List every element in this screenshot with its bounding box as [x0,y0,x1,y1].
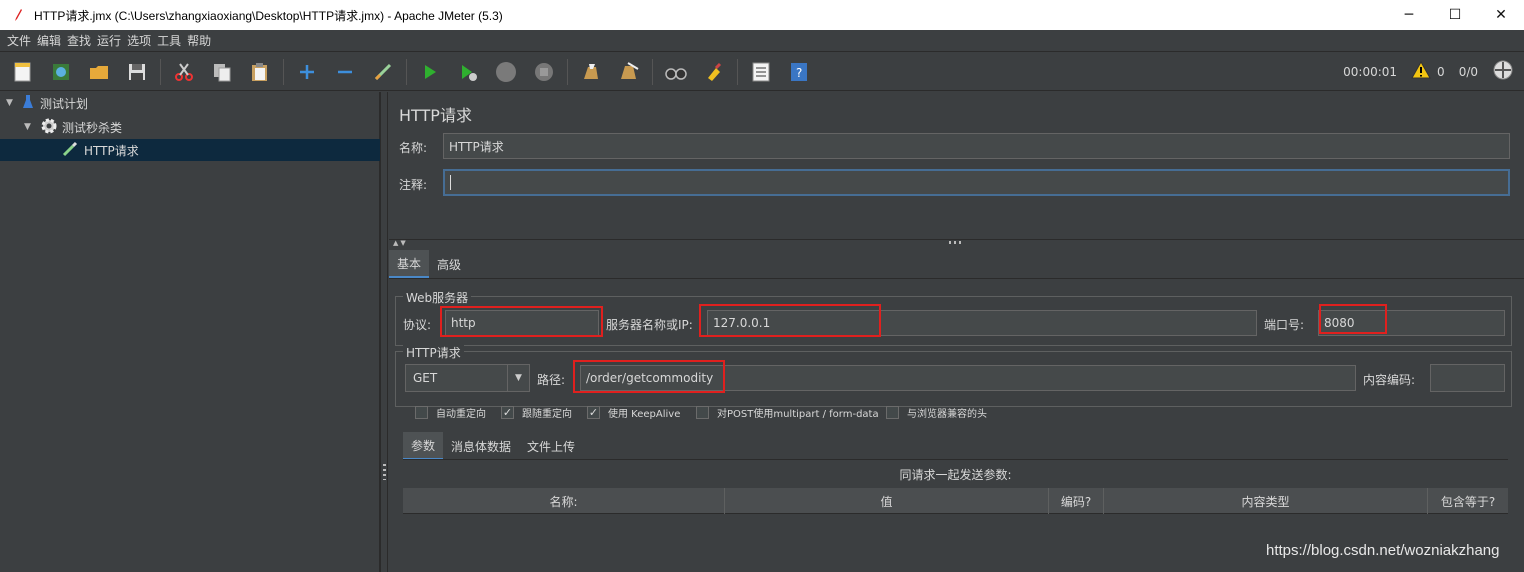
column-header-encode[interactable]: 编码? [1049,488,1104,514]
start-no-pause-icon[interactable] [453,57,483,87]
chevron-down-icon[interactable]: ▼ [507,365,529,391]
clear-all-icon[interactable] [614,57,644,87]
remote-status-icon [1492,59,1514,84]
save-icon[interactable] [122,57,152,87]
highlight-box [440,306,603,337]
tree-item-label: 测试计划 [40,96,89,111]
column-header-value[interactable]: 值 [725,488,1049,514]
tab-body-data[interactable]: 消息体数据 [443,432,519,460]
minimize-button[interactable]: ─ [1386,0,1432,30]
menu-bar: 文件 编辑 查找 运行 选项 工具 帮助 [0,30,1524,52]
column-header-include-equals[interactable]: 包含等于? [1428,488,1508,514]
expand-icon[interactable] [292,57,322,87]
maximize-button[interactable]: ☐ [1432,0,1478,30]
tab-basic[interactable]: 基本 [389,250,430,278]
comment-label: 注释: [399,178,428,192]
browser-headers-checkbox[interactable]: 与浏览器兼容的头 [886,405,987,420]
tab-file-upload[interactable]: 文件上传 [519,432,583,460]
copy-icon[interactable] [207,57,237,87]
path-label: 路径: [537,373,566,387]
server-label: 服务器名称或IP: [606,318,693,332]
gear-icon [40,117,58,138]
tree-item-label: HTTP请求 [84,143,139,158]
multipart-checkbox[interactable]: 对POST使用multipart / form-data [696,405,879,420]
menu-run[interactable]: 运行 [94,32,124,49]
menu-options[interactable]: 选项 [124,32,154,49]
web-server-group-title: Web服务器 [403,289,472,306]
elapsed-timer: 00:00:01 [1343,64,1398,79]
content-encoding-label: 内容编码: [1363,373,1416,387]
tree-item-test-plan[interactable]: ▼ 测试计划 [6,92,88,114]
warning-icon[interactable] [1411,60,1431,82]
start-icon[interactable] [415,57,445,87]
highlight-box [699,304,881,337]
highlight-box [573,360,725,393]
http-request-group-title: HTTP请求 [403,344,464,361]
name-input[interactable]: HTTP请求 [443,133,1510,159]
shutdown-icon[interactable] [529,57,559,87]
menu-edit[interactable]: 编辑 [34,32,64,49]
tree-item-label: 测试秒杀类 [62,120,123,135]
keepalive-checkbox[interactable]: ✓ 使用 KeepAlive [587,405,680,420]
checkbox-icon [696,406,709,419]
function-helper-icon[interactable] [746,57,776,87]
open-icon[interactable] [84,57,114,87]
column-header-name[interactable]: 名称: [403,488,725,514]
reset-search-icon[interactable] [699,57,729,87]
tab-advanced[interactable]: 高级 [429,250,469,278]
http-request-panel: HTTP请求 名称: HTTP请求 注释: ▲▼ 基本 高级 Web服务器 协议… [389,92,1524,572]
help-icon[interactable]: ? [784,57,814,87]
name-label: 名称: [399,141,428,155]
checkbox-icon [415,406,428,419]
menu-tools[interactable]: 工具 [154,32,184,49]
params-table-header: 名称: 值 编码? 内容类型 包含等于? [403,488,1508,514]
title-bar: HTTP请求.jmx (C:\Users\zhangxiaoxiang\Desk… [0,0,1524,30]
method-select[interactable]: GET ▼ [405,364,530,392]
templates-icon[interactable] [46,57,76,87]
collapse-icon[interactable] [330,57,360,87]
auto-redirect-checkbox[interactable]: 自动重定向 [415,405,486,420]
warning-count: 0 [1437,64,1445,79]
expand-toggle-icon[interactable]: ▼ [24,122,36,132]
search-binoculars-icon[interactable] [661,57,691,87]
test-plan-tree: ▼ 测试计划 ▼ 测试秒杀类 HTTP请求 [0,92,380,572]
svg-text:?: ? [796,66,802,80]
tree-item-http-request[interactable]: HTTP请求 [0,139,380,161]
checkbox-icon [886,406,899,419]
panel-title: HTTP请求 [399,106,472,125]
params-caption: 同请求一起发送参数: [899,468,1012,482]
flask-icon [22,94,34,113]
expand-toggle-icon[interactable]: ▼ [6,98,18,108]
menu-help[interactable]: 帮助 [184,32,214,49]
vertical-splitter[interactable] [380,92,388,572]
port-label: 端口号: [1264,318,1305,332]
highlight-box [1319,304,1387,334]
tab-parameters[interactable]: 参数 [403,432,444,460]
clear-icon[interactable] [576,57,606,87]
checkmark-icon: ✓ [587,406,600,419]
jmeter-feather-icon [10,7,26,23]
watermark: https://blog.csdn.net/wozniakzhang [1266,542,1500,559]
horizontal-splitter[interactable]: ▲▼ [389,239,1524,247]
pipette-icon [62,141,78,160]
content-encoding-input[interactable] [1430,364,1505,392]
menu-search[interactable]: 查找 [64,32,94,49]
new-icon[interactable] [8,57,38,87]
comment-input[interactable] [443,169,1510,196]
paste-icon[interactable] [245,57,275,87]
menu-file[interactable]: 文件 [4,32,34,49]
protocol-label: 协议: [403,318,432,332]
window-title: HTTP请求.jmx (C:\Users\zhangxiaoxiang\Desk… [34,8,503,23]
stop-icon[interactable] [491,57,521,87]
cut-icon[interactable] [169,57,199,87]
close-button[interactable]: ✕ [1478,0,1524,30]
thread-count: 0/0 [1458,64,1478,79]
tree-item-thread-group[interactable]: ▼ 测试秒杀类 [24,116,122,138]
column-header-content-type[interactable]: 内容类型 [1104,488,1428,514]
checkmark-icon: ✓ [501,406,514,419]
toggle-icon[interactable] [368,57,398,87]
toolbar: ? 00:00:01 0 0/0 [0,53,1524,91]
follow-redirect-checkbox[interactable]: ✓ 跟随重定向 [501,405,572,420]
